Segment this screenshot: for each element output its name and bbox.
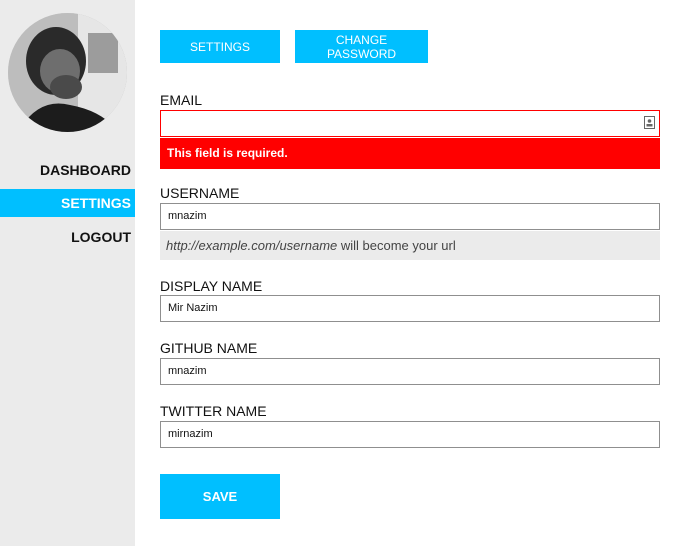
- email-error-message: This field is required.: [160, 138, 660, 169]
- email-label: EMAIL: [160, 92, 203, 108]
- email-field[interactable]: [160, 110, 660, 137]
- display-name-field[interactable]: Mir Nazim: [160, 295, 660, 322]
- twitter-name-field[interactable]: mirnazim: [160, 421, 660, 448]
- contact-card-icon[interactable]: [644, 116, 655, 129]
- avatar-image: [8, 13, 127, 132]
- username-field[interactable]: mnazim: [160, 203, 660, 230]
- github-name-label: GITHUB NAME: [160, 340, 258, 356]
- username-hint-url: http://example.com/username: [166, 238, 338, 253]
- username-hint-suffix: will become your url: [337, 238, 456, 253]
- sidebar: DASHBOARD SETTINGS LOGOUT: [0, 0, 135, 546]
- display-name-label: DISPLAY NAME: [160, 278, 263, 294]
- username-label: USERNAME: [160, 185, 240, 201]
- avatar: [8, 13, 127, 132]
- save-button[interactable]: SAVE: [160, 474, 280, 519]
- sidebar-item-settings[interactable]: SETTINGS: [0, 189, 135, 217]
- sidebar-item-logout[interactable]: LOGOUT: [0, 223, 135, 251]
- twitter-name-label: TWITTER NAME: [160, 403, 267, 419]
- tab-settings[interactable]: SETTINGS: [160, 30, 280, 63]
- username-hint: http://example.com/username will become …: [160, 231, 660, 260]
- github-name-field[interactable]: mnazim: [160, 358, 660, 385]
- sidebar-item-dashboard[interactable]: DASHBOARD: [0, 156, 135, 184]
- tab-change-password[interactable]: CHANGE PASSWORD: [295, 30, 428, 63]
